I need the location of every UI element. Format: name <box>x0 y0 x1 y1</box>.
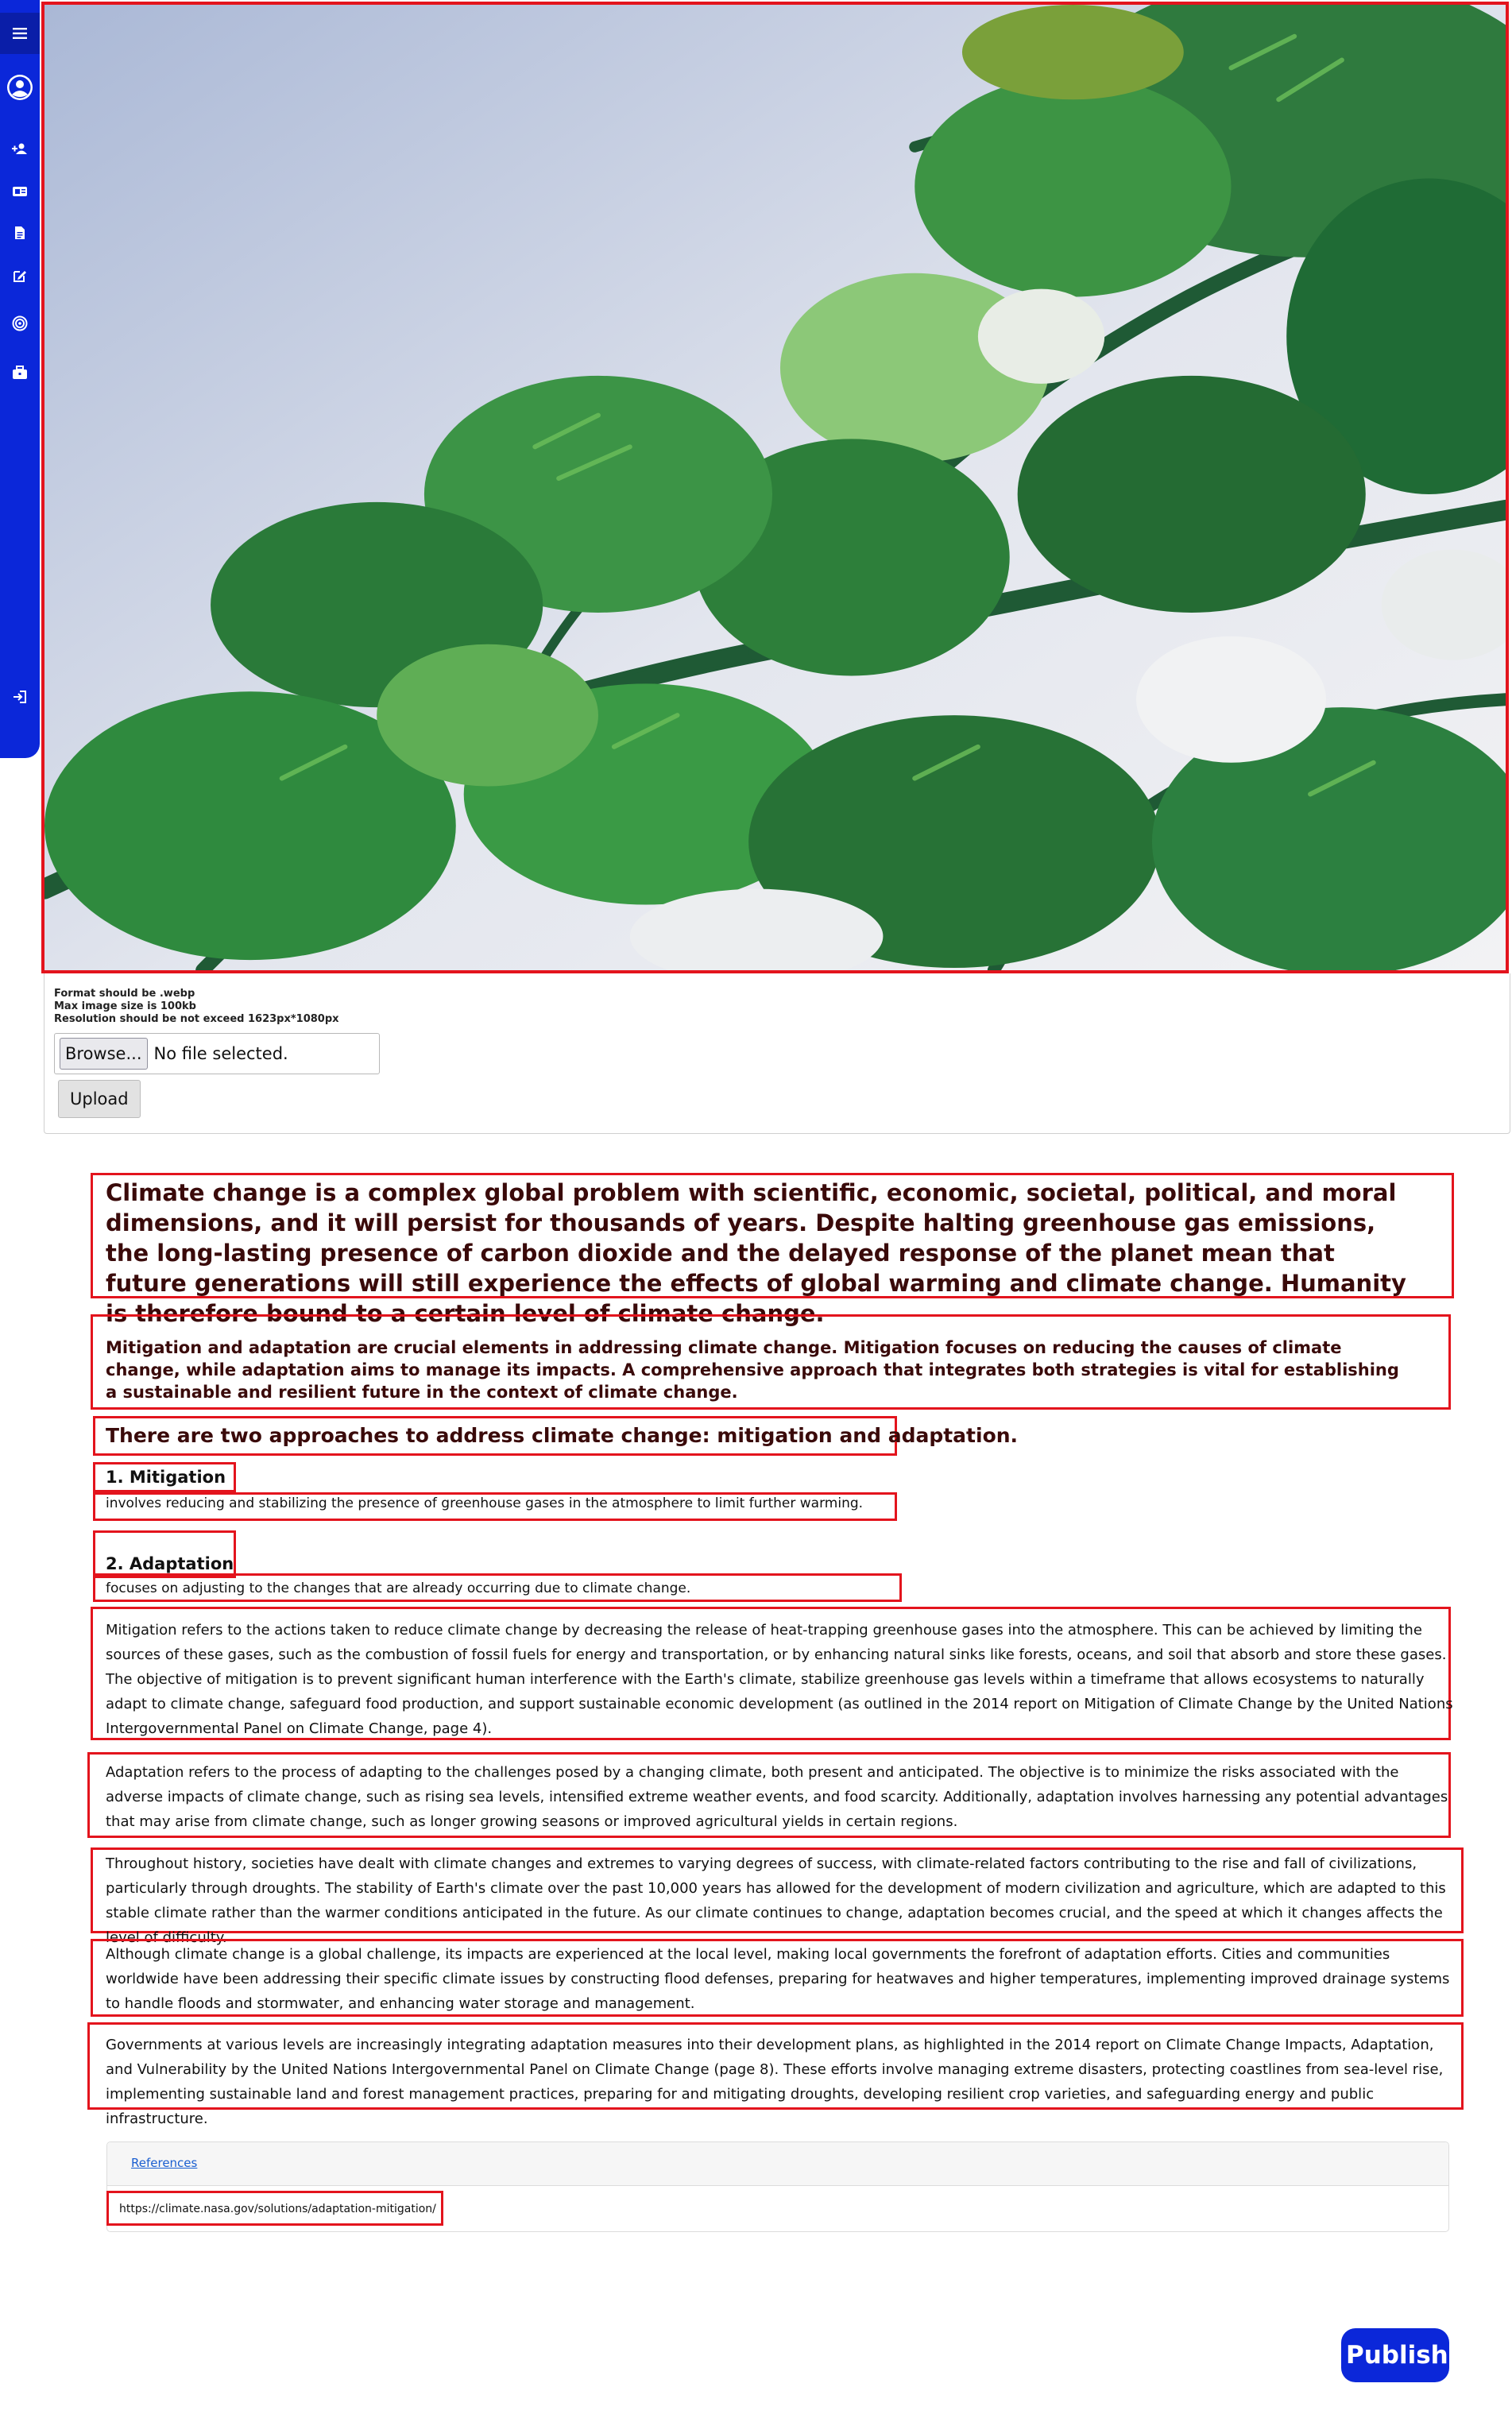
document-icon <box>15 226 25 239</box>
file-status: No file selected. <box>153 1044 288 1063</box>
governments-paragraph: Governments at various levels are increa… <box>106 2037 1444 2127</box>
browse-button[interactable]: Browse... <box>60 1038 148 1070</box>
local-paragraph: Although climate change is a global chal… <box>106 1946 1450 2012</box>
file-input[interactable]: Browse... No file selected. <box>54 1033 380 1074</box>
menu-icon <box>13 28 27 39</box>
intro-paragraph: Mitigation and adaptation are crucial el… <box>106 1338 1399 1402</box>
briefcase-icon <box>13 366 27 379</box>
logout-button[interactable] <box>0 685 40 709</box>
profile-button[interactable] <box>0 73 40 102</box>
sidebar <box>0 0 40 758</box>
adaptation-text: focuses on adjusting to the changes that… <box>106 1580 691 1596</box>
target-icon <box>12 315 28 331</box>
edit-button[interactable] <box>0 264 40 288</box>
reference-url[interactable]: https://climate.nasa.gov/solutions/adapt… <box>119 2203 436 2215</box>
add-user-button[interactable] <box>0 137 40 161</box>
mitigation-title: 1. Mitigation <box>106 1468 226 1487</box>
lead-paragraph: Climate change is a complex global probl… <box>106 1179 1406 1327</box>
id-card-button[interactable] <box>0 180 40 203</box>
edit-icon <box>14 271 26 282</box>
adaptation-title: 2. Adaptation <box>106 1554 234 1573</box>
publish-button[interactable]: Publish <box>1341 2328 1449 2382</box>
references-header: References <box>107 2142 1448 2186</box>
id-card-icon <box>13 187 27 196</box>
mitigation-paragraph: Mitigation refers to the actions taken t… <box>106 1622 1453 1737</box>
history-paragraph: Throughout history, societies have dealt… <box>106 1855 1446 1946</box>
briefcase-button[interactable] <box>0 361 40 385</box>
adaptation-paragraph: Adaptation refers to the process of adap… <box>106 1764 1448 1830</box>
approach-heading: There are two approaches to address clim… <box>106 1424 1019 1447</box>
references-toggle[interactable]: References <box>131 2156 197 2170</box>
target-button[interactable] <box>0 311 40 335</box>
resolution-hint: Resolution should be not exceed 1623px*1… <box>54 1013 339 1025</box>
mitigation-text: involves reducing and stabilizing the pr… <box>106 1495 864 1511</box>
size-hint: Max image size is 100kb <box>54 1000 196 1012</box>
add-user-icon <box>12 143 27 154</box>
menu-button[interactable] <box>0 13 40 54</box>
format-hint: Format should be .webp <box>54 988 195 1000</box>
hero-image <box>41 2 1509 973</box>
upload-panel: Format should be .webp Max image size is… <box>44 973 1510 1134</box>
upload-button[interactable]: Upload <box>58 1080 141 1118</box>
logout-icon <box>14 691 26 703</box>
documents-button[interactable] <box>0 221 40 245</box>
user-circle-icon <box>7 75 33 100</box>
